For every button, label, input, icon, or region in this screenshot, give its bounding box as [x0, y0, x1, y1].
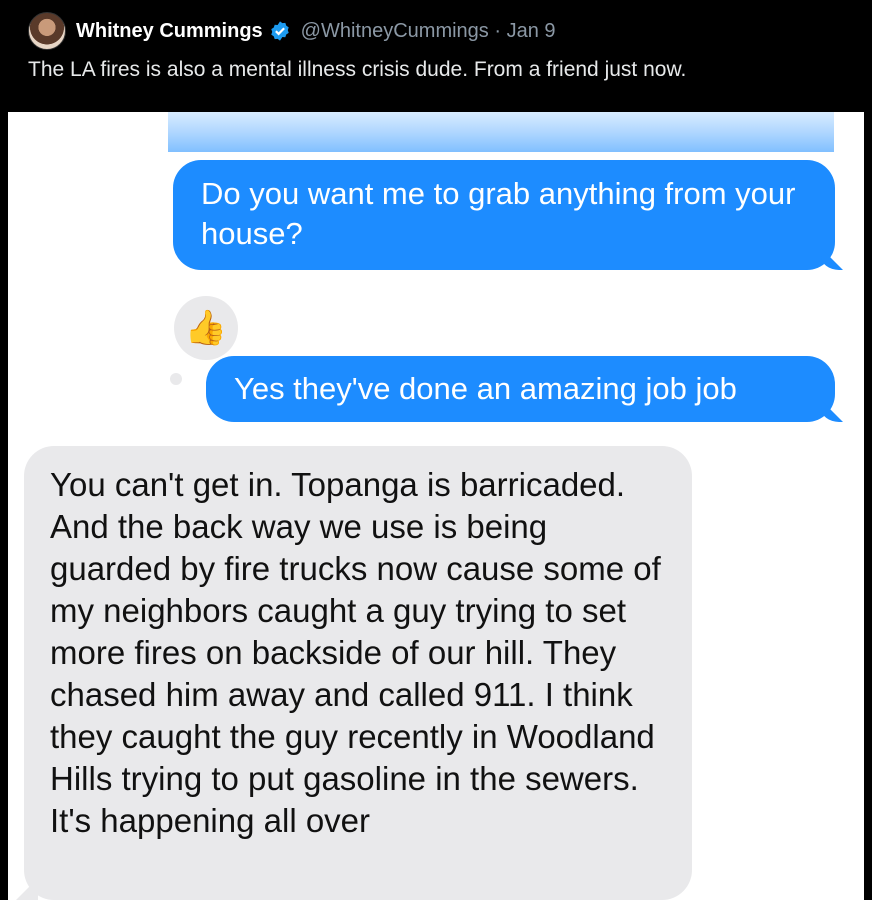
handle-date: @WhitneyCummings · Jan 9 — [300, 19, 556, 42]
verified-badge-icon — [270, 21, 289, 41]
message-screenshot: Do you want me to grab anything from you… — [8, 112, 864, 900]
avatar[interactable] — [28, 12, 66, 50]
thumbs-up-icon: 👍 — [174, 296, 238, 360]
message-text: Do you want me to grab anything from you… — [201, 176, 796, 251]
tweet-text: The LA fires is also a mental illness cr… — [28, 58, 687, 81]
cut-off-message — [168, 112, 834, 152]
author-row: Whitney Cummings @WhitneyCummings · Jan … — [76, 16, 556, 46]
message-text: Yes they've done an amazing job job — [234, 371, 737, 406]
message-text: You can't get in. Topanga is barricaded.… — [50, 466, 661, 839]
tweet-header: Whitney Cummings @WhitneyCummings · Jan … — [0, 0, 872, 112]
display-name[interactable]: Whitney Cummings — [76, 20, 263, 43]
incoming-message: You can't get in. Topanga is barricaded.… — [24, 446, 692, 900]
outgoing-message: Do you want me to grab anything from you… — [173, 160, 835, 270]
tapback-tail — [170, 373, 182, 385]
outgoing-message: Yes they've done an amazing job job — [206, 356, 835, 422]
